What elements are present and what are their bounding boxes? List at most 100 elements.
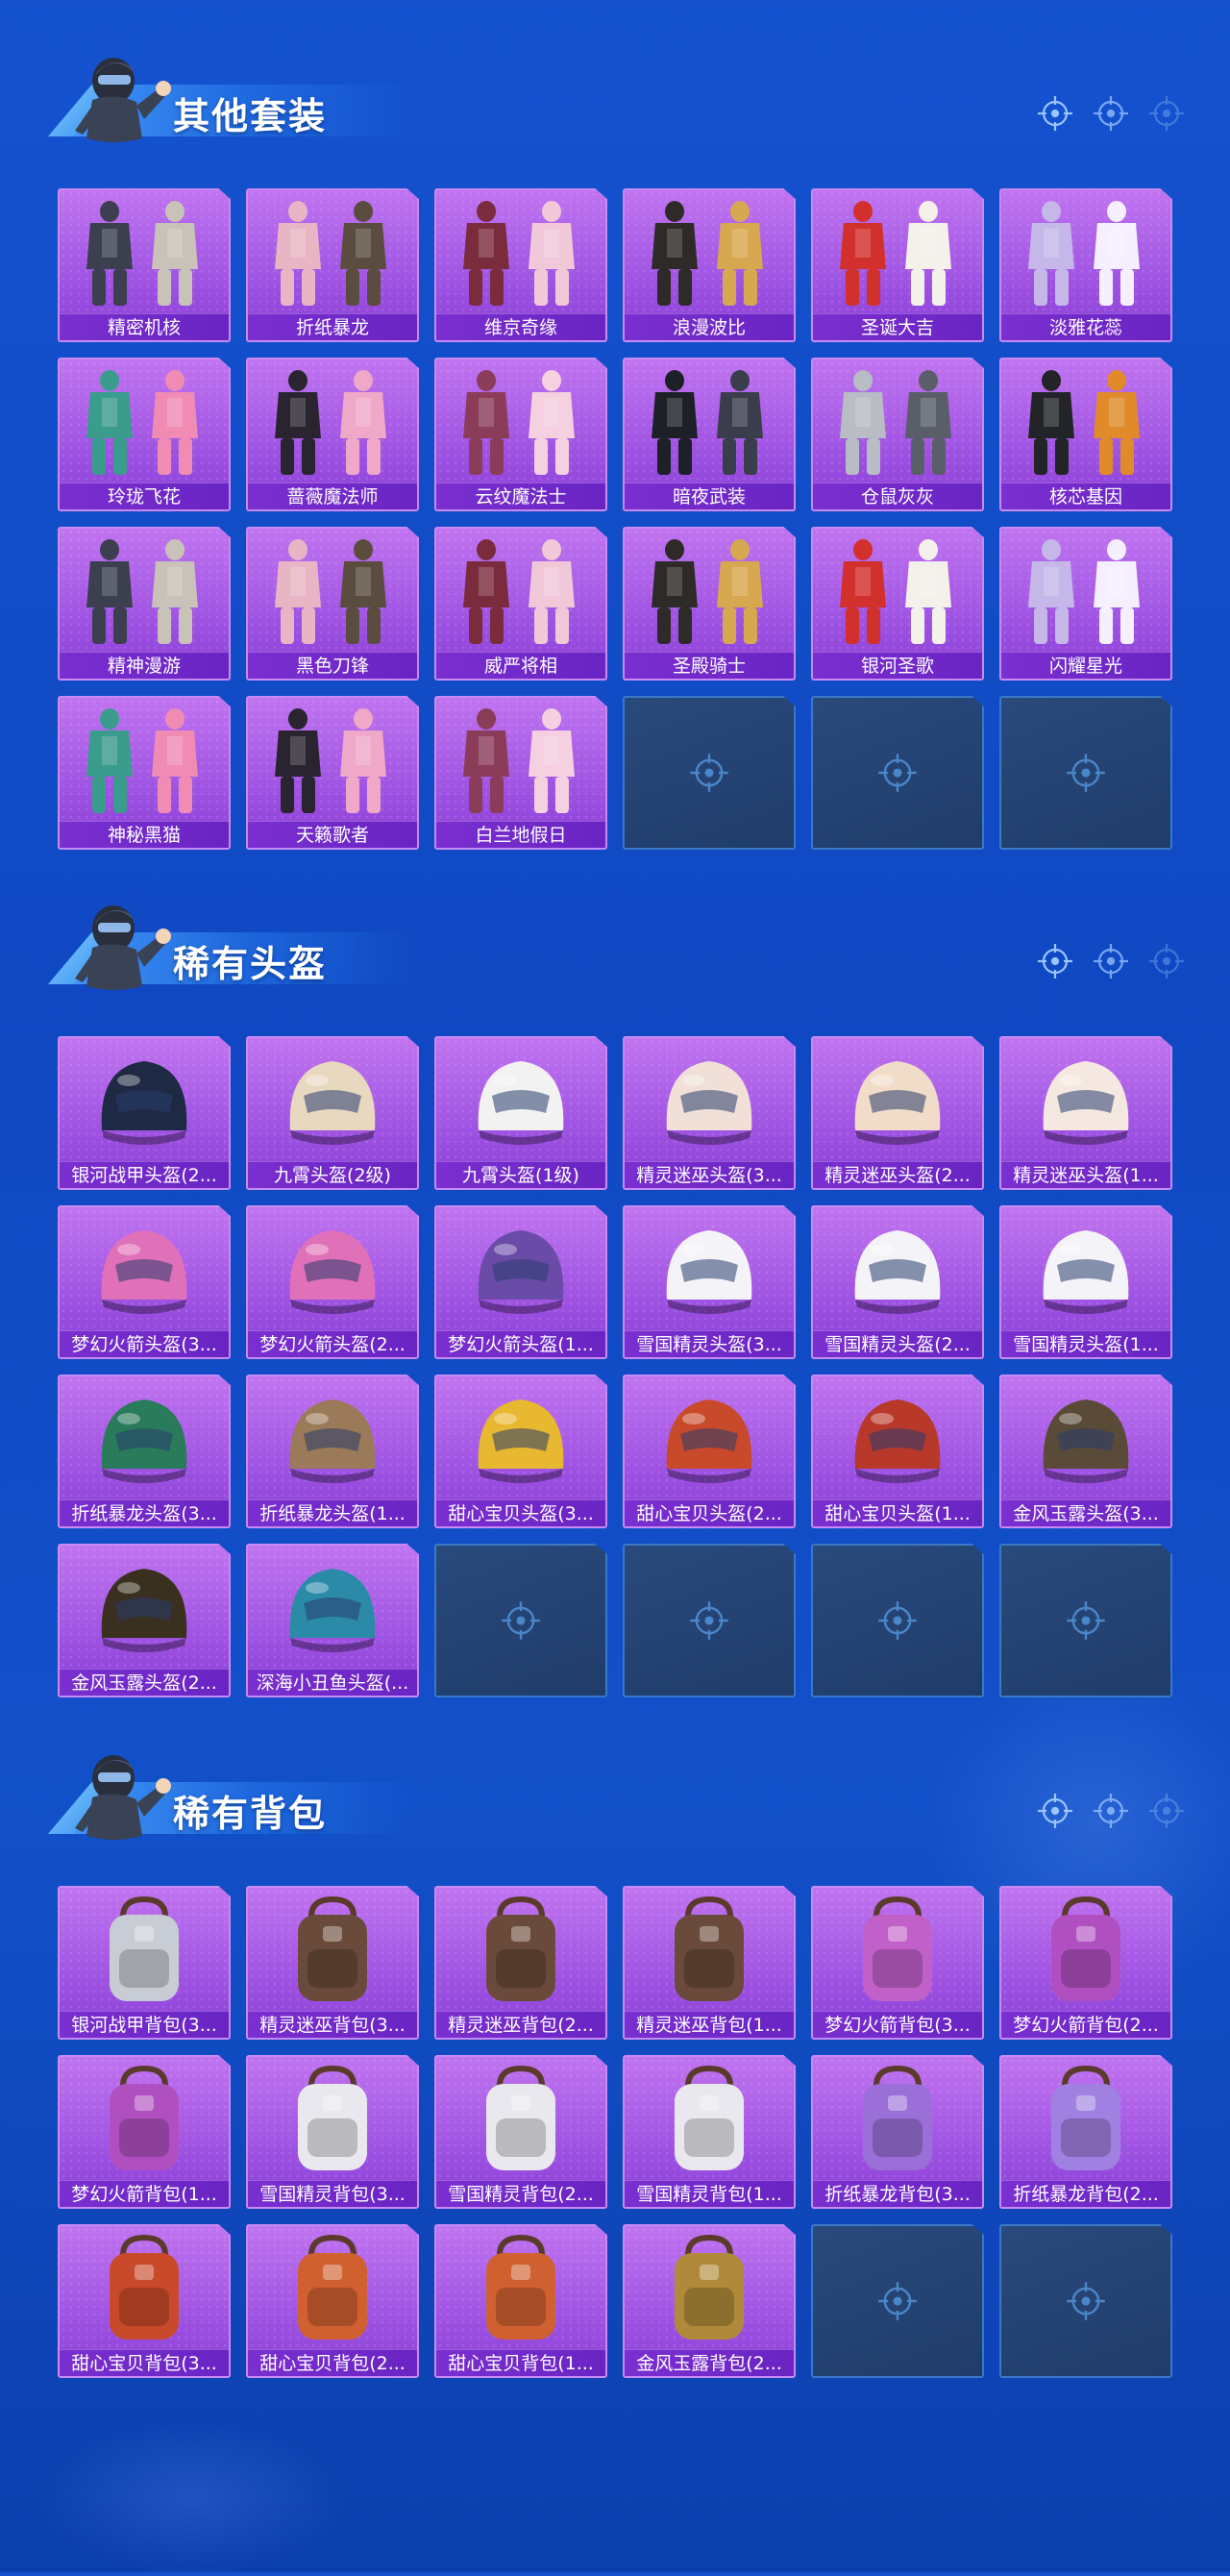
empty-slot xyxy=(434,1544,607,1697)
item-card[interactable]: 精灵迷巫头盔(3... xyxy=(623,1036,796,1190)
crosshair-icon xyxy=(1036,94,1074,133)
item-card[interactable]: 雪国精灵背包(3... xyxy=(246,2055,419,2209)
item-card[interactable]: 梦幻火箭头盔(3... xyxy=(58,1205,231,1359)
item-card[interactable]: 黑色刀锋 xyxy=(246,527,419,681)
helmet-image xyxy=(60,1207,229,1330)
item-name: 精灵迷巫头盔(1... xyxy=(1001,1161,1170,1188)
backpack-image xyxy=(436,1888,605,2011)
item-card[interactable]: 精灵迷巫背包(2... xyxy=(434,1886,607,2040)
outfit-image xyxy=(60,190,229,313)
item-card[interactable]: 云纹魔法士 xyxy=(434,358,607,511)
item-name: 白兰地假日 xyxy=(436,821,605,848)
section-header: 稀有头盔 xyxy=(29,886,432,998)
item-name: 银河战甲背包(3... xyxy=(60,2011,229,2038)
item-card[interactable]: 神秘黑猫 xyxy=(58,696,231,850)
item-card[interactable]: 雪国精灵头盔(1... xyxy=(999,1205,1172,1359)
item-card[interactable]: 雪国精灵背包(1... xyxy=(623,2055,796,2209)
helmet-image xyxy=(60,1376,229,1499)
item-name: 雪国精灵背包(2... xyxy=(436,2180,605,2207)
helmet-image xyxy=(436,1376,605,1499)
item-card[interactable]: 金风玉露头盔(2... xyxy=(58,1544,231,1697)
crosshair-icon xyxy=(688,1599,730,1642)
item-card[interactable]: 甜心宝贝头盔(2... xyxy=(623,1375,796,1528)
item-card[interactable]: 蔷薇魔法师 xyxy=(246,358,419,511)
outfit-image xyxy=(436,529,605,652)
crosshair-icon xyxy=(688,752,730,794)
item-card[interactable]: 淡雅花蕊 xyxy=(999,188,1172,342)
item-card[interactable]: 精灵迷巫头盔(2... xyxy=(811,1036,984,1190)
soldier-mascot-icon xyxy=(54,1736,179,1847)
item-card[interactable]: 九霄头盔(1级) xyxy=(434,1036,607,1190)
item-name: 闪耀星光 xyxy=(1001,652,1170,679)
item-card[interactable]: 精灵迷巫背包(3... xyxy=(246,1886,419,2040)
backpack-image xyxy=(625,2226,794,2349)
item-card[interactable]: 核芯基因 xyxy=(999,358,1172,511)
item-card[interactable]: 梦幻火箭背包(3... xyxy=(811,1886,984,2040)
item-card[interactable]: 天籁歌者 xyxy=(246,696,419,850)
section-title: 稀有头盔 xyxy=(173,943,328,985)
item-card[interactable]: 雪国精灵背包(2... xyxy=(434,2055,607,2209)
item-name: 九霄头盔(1级) xyxy=(436,1161,605,1188)
item-card[interactable]: 甜心宝贝头盔(1... xyxy=(811,1375,984,1528)
item-name: 威严将相 xyxy=(436,652,605,679)
helmet-image xyxy=(1001,1038,1170,1161)
item-card[interactable]: 精灵迷巫头盔(1... xyxy=(999,1036,1172,1190)
helmet-image xyxy=(1001,1207,1170,1330)
item-card[interactable]: 威严将相 xyxy=(434,527,607,681)
item-card[interactable]: 维京奇缘 xyxy=(434,188,607,342)
item-card[interactable]: 圣诞大吉 xyxy=(811,188,984,342)
outfit-image xyxy=(1001,190,1170,313)
item-card[interactable]: 精神漫游 xyxy=(58,527,231,681)
soldier-mascot-icon xyxy=(54,38,179,150)
empty-slot xyxy=(999,1544,1172,1697)
item-card[interactable]: 折纸暴龙 xyxy=(246,188,419,342)
item-card[interactable]: 折纸暴龙头盔(1... xyxy=(246,1375,419,1528)
backpack-image xyxy=(625,2057,794,2180)
helmet-image xyxy=(248,1376,417,1499)
item-card[interactable]: 暗夜武装 xyxy=(623,358,796,511)
empty-slot xyxy=(999,2224,1172,2378)
item-card[interactable]: 九霄头盔(2级) xyxy=(246,1036,419,1190)
item-card[interactable]: 折纸暴龙头盔(3... xyxy=(58,1375,231,1528)
item-card[interactable]: 金风玉露头盔(3... xyxy=(999,1375,1172,1528)
item-card[interactable]: 浪漫波比 xyxy=(623,188,796,342)
item-card[interactable]: 梦幻火箭背包(1... xyxy=(58,2055,231,2209)
item-card[interactable]: 仓鼠灰灰 xyxy=(811,358,984,511)
item-name: 精密机核 xyxy=(60,313,229,340)
item-card[interactable]: 银河战甲头盔(2... xyxy=(58,1036,231,1190)
helmet-image xyxy=(436,1038,605,1161)
item-card[interactable]: 甜心宝贝头盔(3... xyxy=(434,1375,607,1528)
item-card[interactable]: 圣殿骑士 xyxy=(623,527,796,681)
helmet-image xyxy=(248,1038,417,1161)
item-card[interactable]: 白兰地假日 xyxy=(434,696,607,850)
item-card[interactable]: 甜心宝贝背包(2... xyxy=(246,2224,419,2378)
crosshair-icon xyxy=(876,1599,919,1642)
outfit-image xyxy=(813,190,982,313)
item-card[interactable]: 梦幻火箭头盔(2... xyxy=(246,1205,419,1359)
helmet-image xyxy=(60,1038,229,1161)
item-card[interactable]: 雪国精灵头盔(2... xyxy=(811,1205,984,1359)
item-name: 甜心宝贝背包(1... xyxy=(436,2349,605,2376)
item-card[interactable]: 金风玉露背包(2... xyxy=(623,2224,796,2378)
backpack-image xyxy=(60,1888,229,2011)
item-card[interactable]: 折纸暴龙背包(3... xyxy=(811,2055,984,2209)
item-card[interactable]: 雪国精灵头盔(3... xyxy=(623,1205,796,1359)
item-name: 折纸暴龙头盔(1... xyxy=(248,1499,417,1526)
outfit-image xyxy=(60,359,229,483)
item-card[interactable]: 梦幻火箭头盔(1... xyxy=(434,1205,607,1359)
item-card[interactable]: 甜心宝贝背包(3... xyxy=(58,2224,231,2378)
item-card[interactable]: 甜心宝贝背包(1... xyxy=(434,2224,607,2378)
helmet-image xyxy=(248,1207,417,1330)
item-card[interactable]: 玲珑飞花 xyxy=(58,358,231,511)
item-card[interactable]: 银河圣歌 xyxy=(811,527,984,681)
item-card[interactable]: 折纸暴龙背包(2... xyxy=(999,2055,1172,2209)
item-card[interactable]: 精灵迷巫背包(1... xyxy=(623,1886,796,2040)
item-card[interactable]: 深海小丑鱼头盔(... xyxy=(246,1544,419,1697)
item-name: 暗夜武装 xyxy=(625,483,794,509)
item-name: 雪国精灵头盔(1... xyxy=(1001,1330,1170,1357)
item-card[interactable]: 梦幻火箭背包(2... xyxy=(999,1886,1172,2040)
item-card[interactable]: 银河战甲背包(3... xyxy=(58,1886,231,2040)
item-card[interactable]: 闪耀星光 xyxy=(999,527,1172,681)
item-card[interactable]: 精密机核 xyxy=(58,188,231,342)
outfit-image xyxy=(248,359,417,483)
